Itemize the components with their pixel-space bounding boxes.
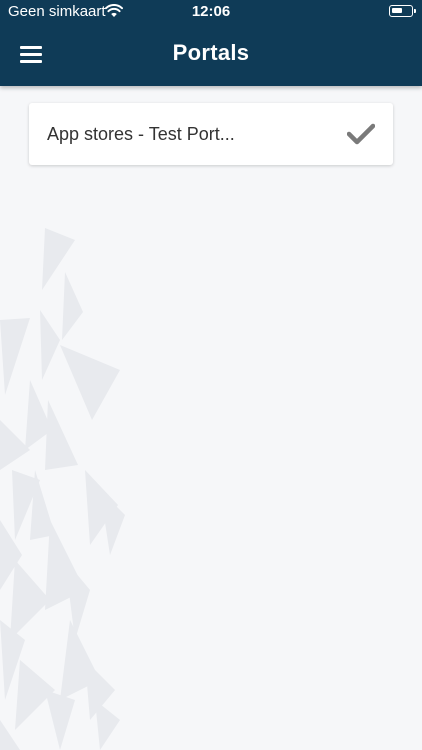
battery-icon	[389, 5, 416, 17]
portal-list-item[interactable]: App stores - Test Port...	[29, 103, 393, 165]
status-bar: Geen simkaart 12:06	[0, 0, 422, 24]
page-title: Portals	[172, 40, 250, 65]
checkmark-icon	[347, 123, 375, 145]
portal-name: App stores - Test Port...	[47, 124, 235, 144]
status-time: 12:06	[191, 3, 231, 20]
app-header: Geen simkaart 12:06 Portals	[0, 0, 422, 86]
